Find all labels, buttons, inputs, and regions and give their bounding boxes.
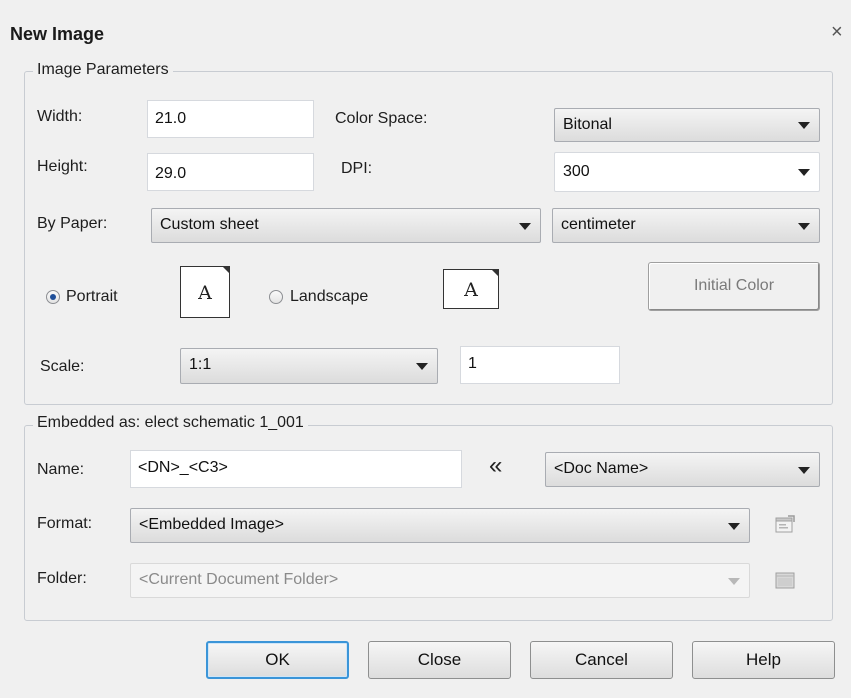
settings-window-icon[interactable] (774, 514, 796, 541)
landscape-label[interactable]: Landscape (290, 288, 368, 306)
unit-value: centimeter (561, 216, 636, 233)
folder-select: <Current Document Folder> (130, 563, 750, 598)
by-paper-label: By Paper: (37, 215, 108, 232)
dpi-select[interactable]: 300 (554, 152, 820, 192)
scale-label: Scale: (40, 358, 85, 375)
format-value: <Embedded Image> (139, 516, 284, 533)
initial-color-button[interactable]: Initial Color (648, 262, 820, 311)
chevron-down-icon (798, 122, 810, 129)
name-label: Name: (37, 461, 85, 478)
landscape-page-icon: A (443, 269, 499, 309)
unit-select[interactable]: centimeter (552, 208, 820, 243)
folder-label: Folder: (37, 570, 87, 587)
format-select[interactable]: <Embedded Image> (130, 508, 750, 543)
embedded-legend: Embedded as: elect schematic 1_001 (33, 414, 308, 432)
scale-number-field[interactable]: 1 (460, 346, 620, 384)
help-button[interactable]: Help (692, 641, 835, 679)
height-field[interactable]: 29.0 (147, 153, 314, 191)
close-icon[interactable]: × (831, 22, 843, 42)
landscape-radio[interactable] (269, 290, 283, 304)
chevron-down-icon (519, 222, 531, 230)
portrait-label[interactable]: Portrait (66, 288, 118, 306)
color-space-value: Bitonal (563, 116, 612, 133)
dpi-value: 300 (563, 163, 590, 180)
close-button[interactable]: Close (368, 641, 511, 679)
name-field[interactable]: <DN>_<C3> (130, 450, 462, 488)
chevron-down-icon (416, 363, 428, 370)
scale-value: 1:1 (189, 356, 212, 373)
height-label: Height: (37, 158, 88, 175)
dialog-title: New Image (10, 24, 105, 44)
portrait-page-glyph: A (198, 282, 212, 304)
chevron-down-icon (728, 522, 740, 530)
paper-value: Custom sheet (160, 216, 259, 233)
portrait-page-icon: A (180, 266, 230, 318)
color-space-select[interactable]: Bitonal (554, 108, 820, 142)
image-parameters-legend: Image Parameters (33, 61, 173, 79)
doc-name-select[interactable]: <Doc Name> (545, 452, 820, 487)
format-label: Format: (37, 515, 93, 532)
folder-value: <Current Document Folder> (139, 571, 339, 588)
cancel-button[interactable]: Cancel (530, 641, 673, 679)
color-space-label: Color Space: (335, 110, 428, 127)
chevron-down-icon (798, 169, 810, 176)
chevron-down-icon (798, 466, 810, 474)
insert-variable-button[interactable]: « (489, 452, 503, 480)
width-label: Width: (37, 108, 83, 125)
landscape-page-glyph: A (464, 279, 478, 301)
ok-button[interactable]: OK (206, 641, 349, 679)
page-fold-icon (491, 269, 499, 277)
dpi-label: DPI: (341, 160, 373, 177)
width-field[interactable]: 21.0 (147, 100, 314, 138)
chevron-down-icon (728, 577, 740, 585)
doc-name-value: <Doc Name> (554, 460, 649, 477)
paper-select[interactable]: Custom sheet (151, 208, 541, 243)
chevron-down-icon (798, 222, 810, 230)
folder-icon[interactable] (774, 570, 796, 595)
page-fold-icon (222, 266, 230, 274)
portrait-radio[interactable] (46, 290, 60, 304)
scale-select[interactable]: 1:1 (180, 348, 438, 384)
